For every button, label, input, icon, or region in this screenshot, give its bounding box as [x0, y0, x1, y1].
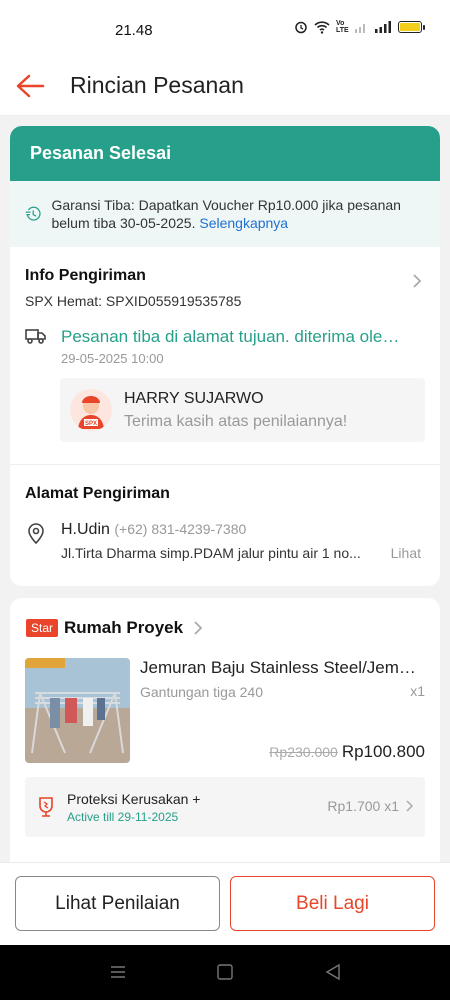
menu-icon[interactable]: [109, 963, 127, 981]
back-button[interactable]: [0, 56, 60, 116]
courier-avatar: SPX: [70, 389, 112, 431]
address-section[interactable]: Alamat Pengiriman H.Udin (+62) 831-4239-…: [10, 465, 440, 561]
tracking-time: 29-05-2025 10:00: [61, 351, 164, 366]
truck-icon: [25, 329, 46, 344]
address-text: H.Udin (+62) 831-4239-7380 Jl.Tirta Dhar…: [61, 521, 421, 561]
shop-name: Rumah Proyek: [64, 618, 184, 637]
back-arrow-icon: [16, 74, 45, 97]
chevron-right-icon: [194, 621, 203, 635]
protection-price: Rp1.700 x1: [327, 798, 399, 814]
product-image: [25, 658, 130, 763]
location-pin-icon: [28, 523, 44, 545]
voucher-clock-icon: [25, 206, 41, 221]
protection-title: Proteksi Kerusakan +: [67, 790, 201, 807]
home-icon[interactable]: [216, 963, 234, 981]
shipping-title: Info Pengiriman: [25, 267, 146, 284]
battery-icon: [398, 21, 425, 33]
signal-icon-2: [375, 21, 391, 33]
protection-price-wrap: Rp1.700 x1: [327, 798, 413, 814]
product-quantity: x1: [410, 683, 425, 699]
courier-message: Terima kasih atas penilaiannya!: [124, 412, 348, 430]
page-title: Rincian Pesanan: [70, 72, 244, 98]
shipping-service: SPX Hemat: SPXID055919535785: [25, 293, 242, 309]
shipping-info-section[interactable]: Info Pengiriman SPX Hemat: SPXID05591953…: [10, 247, 440, 465]
status-icons: Vo LTE: [294, 20, 425, 34]
buy-again-button[interactable]: Beli Lagi: [230, 876, 435, 931]
order-status-label: Pesanan Selesai: [30, 143, 172, 163]
status-bar: 21.48 Vo LTE: [0, 0, 450, 56]
product-variant: Gantungan tiga 240: [140, 684, 263, 700]
guarantee-banner[interactable]: Garansi Tiba: Dapatkan Voucher Rp10.000 …: [10, 181, 440, 247]
shop-badge: Star: [26, 619, 59, 637]
alarm-icon: [295, 21, 307, 34]
tracking-text: Pesanan tiba di alamat tujuan. diterima …: [61, 327, 406, 366]
app-header: Rincian Pesanan: [0, 56, 450, 116]
price-original: Rp230.000: [269, 744, 338, 760]
protection-active: Active till 29-11-2025: [67, 809, 179, 824]
system-nav-bar: [0, 945, 450, 1000]
courier-logo-text: SPX: [85, 421, 97, 427]
shop-row[interactable]: Star Rumah Proyek: [10, 598, 440, 638]
recipient-name: H.Udin: [61, 521, 110, 538]
protection-box[interactable]: Proteksi Kerusakan + Active till 29-11-2…: [25, 777, 425, 837]
tracking-status: Pesanan tiba di alamat tujuan. diterima …: [61, 327, 406, 346]
recipient-phone: (+62) 831-4239-7380: [114, 521, 247, 537]
product-name: Jemuran Baju Stainless Steel/Jemuran: [140, 658, 425, 677]
shield-icon: [39, 797, 53, 817]
address-title: Alamat Pengiriman: [25, 485, 170, 502]
chevron-right-icon[interactable]: [412, 273, 422, 289]
wifi-icon: [314, 21, 330, 34]
status-time: 21.48: [115, 22, 153, 39]
address-detail: Jl.Tirta Dharma simp.PDAM jalur pintu ai…: [61, 545, 361, 561]
guarantee-text: Garansi Tiba: Dapatkan Voucher Rp10.000 …: [51, 196, 425, 232]
price-row: Rp230.000 Rp100.800: [269, 742, 425, 762]
signal-icon-1: [355, 24, 365, 33]
protection-text: Proteksi Kerusakan + Active till 29-11-2…: [67, 791, 200, 824]
volte-label: Vo LTE: [336, 20, 349, 34]
product-row[interactable]: Jemuran Baju Stainless Steel/Jemuran Gan…: [10, 638, 440, 763]
address-row: H.Udin (+62) 831-4239-7380 Jl.Tirta Dhar…: [25, 521, 425, 561]
courier-info: HARRY SUJARWO Terima kasih atas penilaia…: [124, 390, 347, 431]
guarantee-link[interactable]: Selengkapnya: [199, 215, 288, 231]
chevron-right-icon: [406, 800, 413, 812]
order-info-card: Pesanan Selesai Garansi Tiba: Dapatkan V…: [10, 126, 440, 586]
product-card: Star Rumah Proyek Jemuran Baju Stainless…: [10, 598, 440, 878]
courier-box: SPX HARRY SUJARWO Terima kasih atas peni…: [60, 378, 425, 442]
product-info: Jemuran Baju Stainless Steel/Jemuran Gan…: [140, 658, 425, 763]
bottom-action-bar: Lihat Penilaian Beli Lagi: [0, 862, 450, 945]
price-final: Rp100.800: [341, 742, 425, 761]
tracking-row: Pesanan tiba di alamat tujuan. diterima …: [25, 327, 425, 366]
courier-name: HARRY SUJARWO: [124, 389, 264, 407]
review-button[interactable]: Lihat Penilaian: [15, 876, 220, 931]
back-icon[interactable]: [324, 963, 342, 981]
address-more-link[interactable]: Lihat: [391, 545, 421, 561]
order-status-banner: Pesanan Selesai: [10, 126, 440, 181]
